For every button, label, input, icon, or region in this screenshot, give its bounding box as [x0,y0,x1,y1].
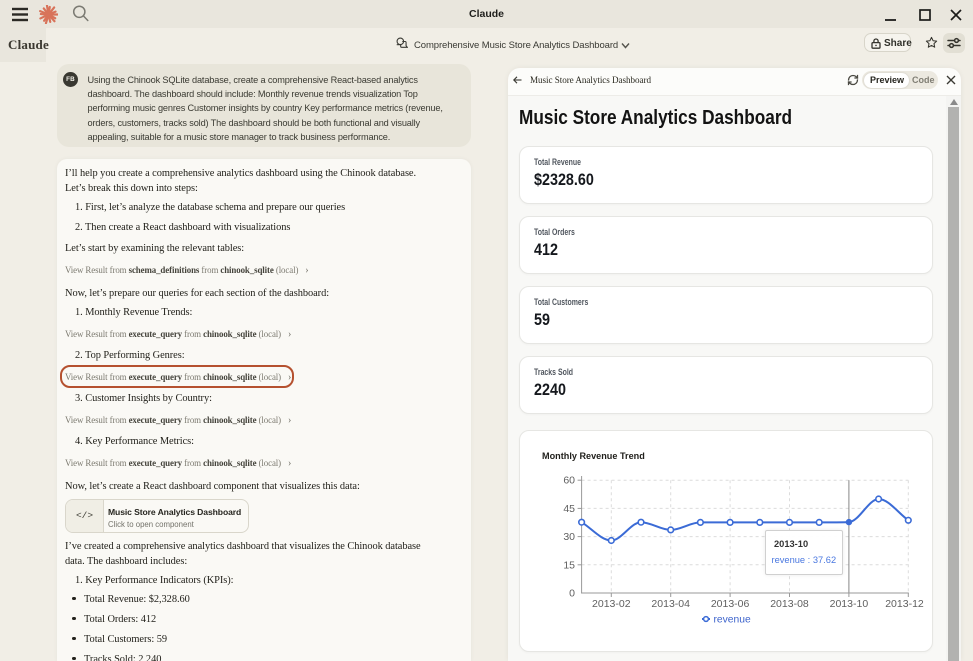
svg-text:45: 45 [563,503,575,515]
svg-text:60: 60 [563,475,575,487]
svg-text:2013-08: 2013-08 [770,598,809,610]
svg-text:2013-04: 2013-04 [651,598,690,610]
svg-text:2013-10: 2013-10 [830,598,869,610]
svg-text:15: 15 [563,559,575,571]
svg-text:revenue: revenue [714,615,751,626]
svg-text:0: 0 [569,588,575,600]
svg-text:2013-02: 2013-02 [592,598,631,610]
svg-text:30: 30 [563,531,575,543]
svg-text:2013-06: 2013-06 [711,598,750,610]
svg-text:2013-12: 2013-12 [885,598,924,610]
